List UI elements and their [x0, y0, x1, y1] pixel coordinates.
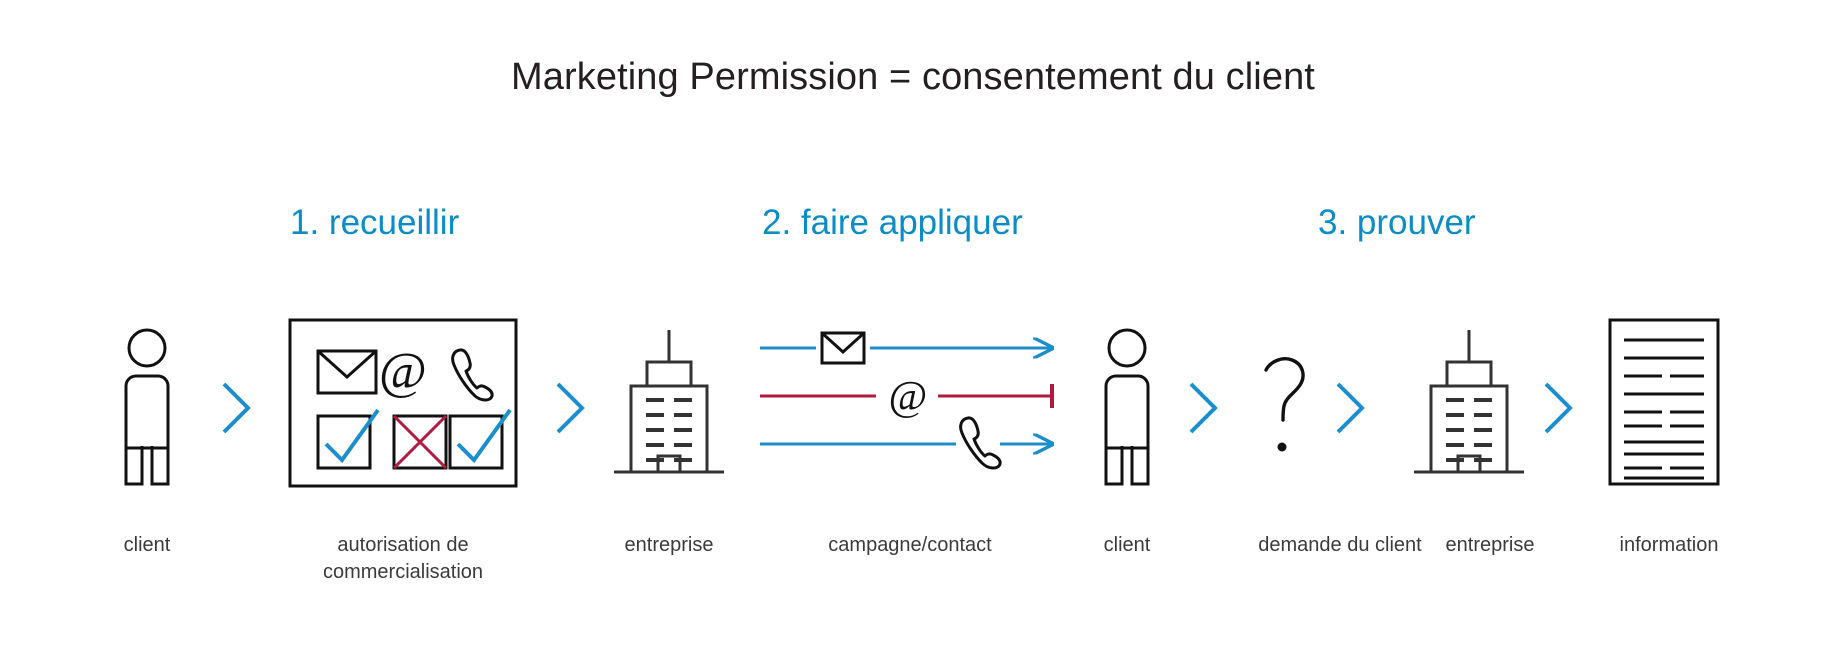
caption-client-1: client	[123, 534, 171, 556]
svg-text:@: @	[379, 343, 427, 400]
envelope-icon	[316, 349, 378, 395]
person-icon	[1092, 328, 1162, 488]
step-heading-2: 2. faire appliquer	[762, 203, 1023, 242]
checkbox-checked-icon	[316, 408, 380, 470]
envelope-icon	[820, 331, 866, 365]
phone-icon	[451, 348, 494, 402]
campaign-line-phone	[760, 416, 1052, 470]
diagram-canvas: Marketing Permission = consentement du c…	[0, 0, 1826, 666]
checkbox-checked-icon	[448, 408, 512, 470]
permission-box-icon: @	[288, 318, 518, 488]
building-icon	[1414, 330, 1524, 486]
caption-company-1: entreprise	[624, 534, 714, 556]
person-icon	[112, 328, 182, 488]
caption-permission-box: autorisation de commercialisation	[322, 534, 484, 583]
phone-icon	[959, 416, 1002, 470]
step-heading-3: 3. prouver	[1318, 203, 1476, 242]
building-icon	[614, 330, 724, 486]
campaign-line-email: @	[760, 374, 1054, 420]
at-sign-icon: @	[889, 374, 928, 420]
chevron-right-icon	[552, 378, 588, 438]
document-icon	[1608, 318, 1720, 488]
chevron-right-icon	[1332, 378, 1368, 438]
chevron-right-icon	[1540, 378, 1576, 438]
caption-campaign: campagne/contact	[828, 534, 992, 556]
campaign-line-mail	[760, 331, 1052, 365]
chevron-right-icon	[218, 378, 254, 438]
step-heading-1: 1. recueillir	[290, 203, 460, 242]
question-mark-icon	[1258, 352, 1322, 460]
caption-information: information	[1619, 534, 1719, 556]
chevron-right-icon	[1185, 378, 1221, 438]
caption-company-2: entreprise	[1445, 534, 1535, 556]
checkbox-crossed-icon	[392, 414, 448, 470]
at-sign-icon: @	[379, 343, 427, 400]
page-title: Marketing Permission = consentement du c…	[511, 56, 1315, 98]
campaign-channels-icon: @	[760, 328, 1060, 470]
